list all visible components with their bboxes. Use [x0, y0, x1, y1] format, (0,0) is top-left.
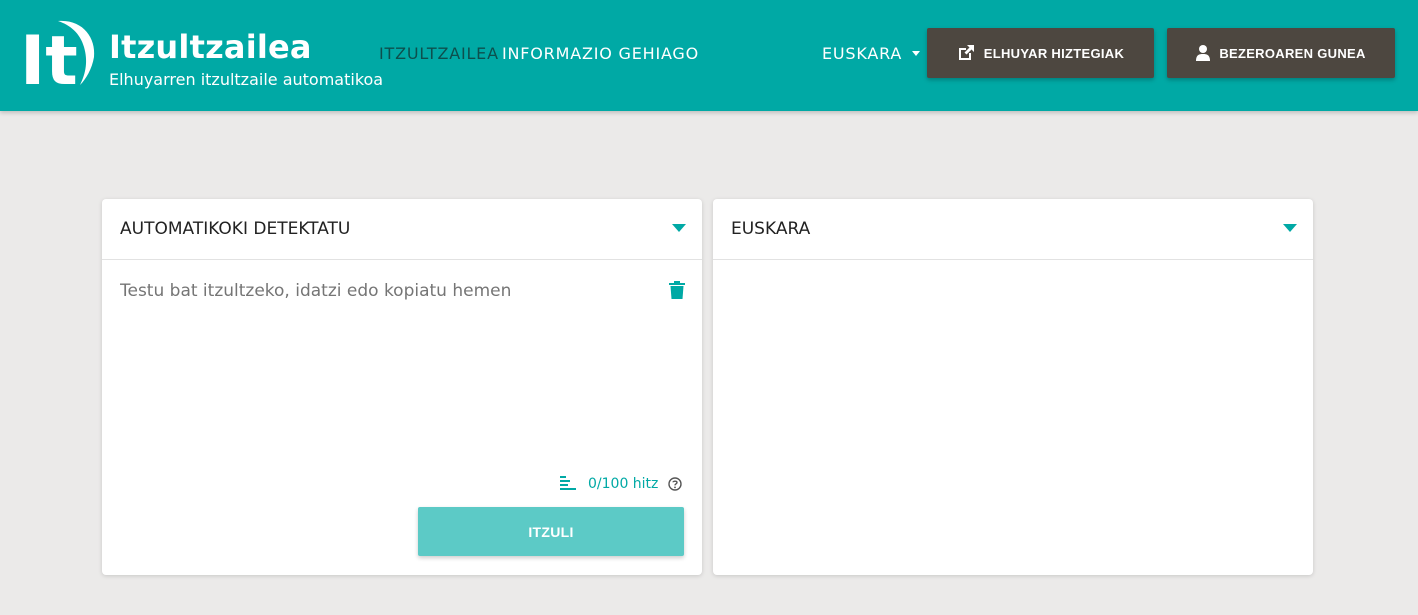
text-align-icon — [560, 476, 576, 490]
target-panel: EUSKARA — [713, 199, 1313, 575]
external-link-icon — [958, 45, 974, 60]
bezeroaren-gunea-label: BEZEROAREN GUNEA — [1219, 45, 1366, 61]
word-count: 0/100 hitz — [560, 476, 683, 492]
top-header: It Itzultzailea Elhuyarren itzultzaile a… — [0, 0, 1418, 111]
nav-itzultzailea[interactable]: ITZULTZAILEA — [379, 44, 499, 63]
source-text-input[interactable] — [120, 281, 650, 301]
target-language-label: EUSKARA — [731, 219, 811, 239]
chevron-down-icon — [1283, 224, 1297, 232]
source-language-select[interactable]: AUTOMATIKOKI DETEKTATU — [102, 199, 702, 260]
elhuyar-hiztegiak-label: ELHUYAR HIZTEGIAK — [983, 45, 1125, 61]
translate-button[interactable]: ITZULI — [418, 507, 684, 556]
chevron-down-icon — [912, 51, 921, 56]
target-language-select[interactable]: EUSKARA — [713, 199, 1313, 260]
app-title: Itzultzailea — [109, 28, 312, 66]
itzultzailea-logo[interactable]: It — [20, 17, 96, 101]
interface-language-select[interactable]: EUSKARA — [822, 44, 921, 63]
trash-icon[interactable] — [669, 281, 685, 304]
help-icon[interactable] — [668, 477, 683, 491]
interface-language-label: EUSKARA — [822, 44, 903, 63]
bezeroaren-gunea-button[interactable]: BEZEROAREN GUNEA — [1167, 28, 1395, 78]
chevron-down-icon — [672, 224, 686, 232]
source-panel: AUTOMATIKOKI DETEKTATU 0/100 hitz ITZULI — [102, 199, 702, 575]
elhuyar-hiztegiak-button[interactable]: ELHUYAR HIZTEGIAK — [927, 28, 1154, 78]
word-count-text: 0/100 hitz — [588, 476, 659, 492]
user-icon — [1196, 45, 1211, 61]
nav-informazio-gehiago[interactable]: INFORMAZIO GEHIAGO — [502, 44, 699, 63]
source-language-label: AUTOMATIKOKI DETEKTATU — [120, 219, 351, 239]
logo-lettering: It — [20, 22, 78, 87]
app-subtitle: Elhuyarren itzultzaile automatikoa — [109, 70, 384, 89]
